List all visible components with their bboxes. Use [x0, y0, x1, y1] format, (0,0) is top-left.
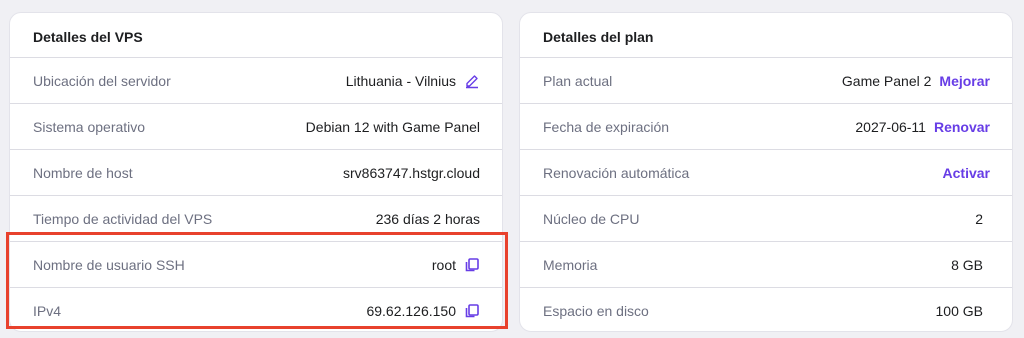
row-value: 2027-06-11 — [855, 118, 926, 135]
upgrade-link[interactable]: Mejorar — [939, 73, 990, 89]
row-value: 100 GB — [935, 302, 983, 319]
renew-link[interactable]: Renovar — [934, 119, 990, 135]
row-auto-renewal: Renovación automática Activar — [520, 149, 1012, 195]
row-label: Ubicación del servidor — [33, 72, 171, 89]
row-value: 69.62.126.150 — [366, 302, 456, 319]
row-value: 8 GB — [951, 256, 983, 273]
row-value: root — [431, 256, 456, 273]
vps-details-card: Detalles del VPS Ubicación del servidor … — [9, 12, 503, 332]
row-label: Espacio en disco — [543, 302, 649, 319]
edit-icon[interactable] — [464, 73, 480, 89]
row-label: Nombre de usuario SSH — [33, 256, 185, 273]
row-server-location: Ubicación del servidor Lithuania - Vilni… — [10, 57, 502, 103]
row-label: Plan actual — [543, 72, 613, 89]
row-label: Nombre de host — [33, 164, 133, 181]
row-label: Tiempo de actividad del VPS — [33, 210, 213, 227]
row-value: Debian 12 with Game Panel — [305, 118, 480, 135]
row-ssh-username: Nombre de usuario SSH root — [10, 241, 502, 287]
row-current-plan: Plan actual Game Panel 2 Mejorar — [520, 57, 1012, 103]
row-label: Fecha de expiración — [543, 118, 670, 135]
row-expiration-date: Fecha de expiración 2027-06-11 Renovar — [520, 103, 1012, 149]
row-value: Game Panel 2 — [841, 72, 932, 89]
copy-icon[interactable] — [464, 257, 480, 273]
row-cpu-cores: Núcleo de CPU 2 — [520, 195, 1012, 241]
row-label: Memoria — [543, 256, 598, 273]
row-value: srv863747.hstgr.cloud — [343, 164, 480, 181]
row-value: 236 días 2 horas — [375, 210, 480, 227]
row-label: IPv4 — [33, 302, 62, 319]
row-disk-space: Espacio en disco 100 GB — [520, 287, 1012, 331]
plan-details-title: Detalles del plan — [543, 29, 654, 45]
row-value: Lithuania - Vilnius — [345, 72, 456, 89]
row-label: Renovación automática — [543, 164, 690, 181]
row-ipv4: IPv4 69.62.126.150 — [10, 287, 502, 331]
copy-icon[interactable] — [464, 303, 480, 319]
row-label: Núcleo de CPU — [543, 210, 640, 227]
plan-details-card: Detalles del plan Plan actual Game Panel… — [519, 12, 1013, 332]
row-memory: Memoria 8 GB — [520, 241, 1012, 287]
row-value: 2 — [975, 210, 983, 227]
row-uptime: Tiempo de actividad del VPS 236 días 2 h… — [10, 195, 502, 241]
vps-details-title: Detalles del VPS — [33, 29, 143, 45]
row-label: Sistema operativo — [33, 118, 146, 135]
row-operating-system: Sistema operativo Debian 12 with Game Pa… — [10, 103, 502, 149]
activate-link[interactable]: Activar — [943, 165, 990, 181]
row-hostname: Nombre de host srv863747.hstgr.cloud — [10, 149, 502, 195]
